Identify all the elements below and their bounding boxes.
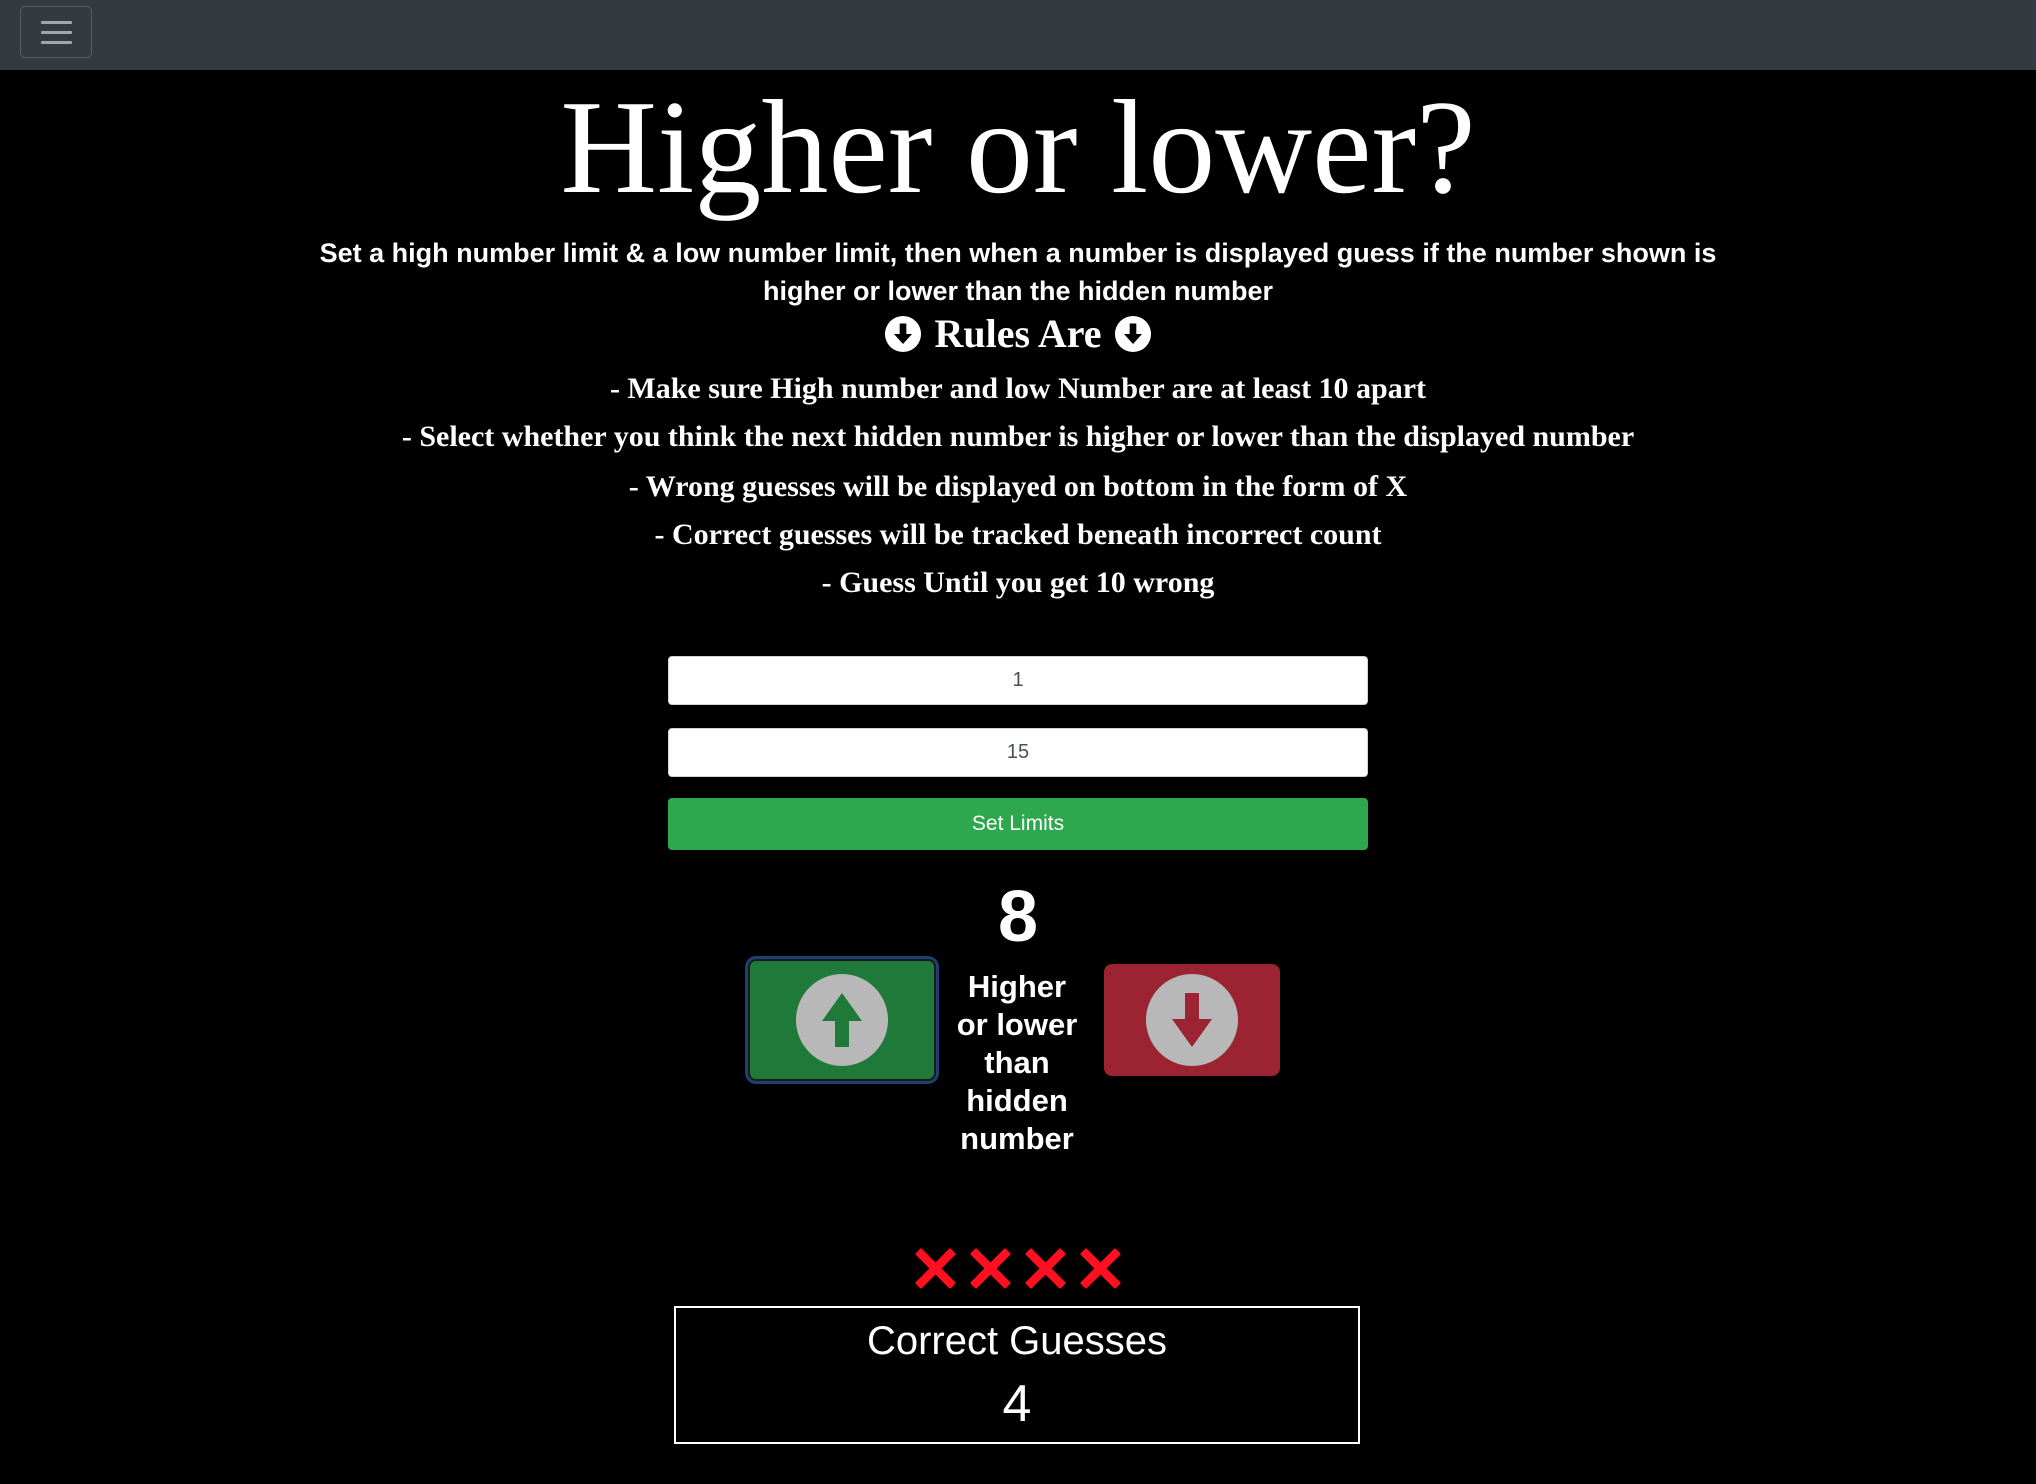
set-limits-button[interactable]: Set Limits — [668, 798, 1368, 850]
circle-arrow-down-icon — [1146, 974, 1238, 1066]
guess-prompt-line: or lower — [956, 1007, 1078, 1042]
rule-item: - Make sure High number and low Number a… — [609, 372, 1427, 405]
red-x-icon — [915, 1248, 956, 1289]
red-x-icon — [970, 1248, 1011, 1289]
correct-guesses-label: Correct Guesses — [866, 1319, 1168, 1363]
top-navbar — [0, 0, 2036, 70]
red-x-icon — [1025, 1248, 1066, 1289]
guess-prompt: Higher or lower than hidden number — [936, 968, 1098, 1158]
game-description-line: higher or lower than the hidden number — [762, 276, 1274, 306]
guess-prompt-line: hidden — [966, 1083, 1068, 1118]
rule-item: - Guess Until you get 10 wrong — [821, 566, 1215, 599]
red-x-icon — [1080, 1248, 1121, 1289]
circle-arrow-up-icon — [796, 974, 888, 1066]
lower-button[interactable] — [1104, 964, 1280, 1076]
correct-guesses-count: 4 — [1002, 1375, 1032, 1433]
rules-heading: Rules Are — [0, 308, 2036, 360]
rule-item: - Correct guesses will be tracked beneat… — [654, 518, 1382, 551]
higher-button[interactable] — [748, 959, 936, 1081]
correct-guesses-box: Correct Guesses 4 — [674, 1306, 1360, 1444]
page-title: Higher or lower? — [560, 73, 1476, 221]
rule-item: - Select whether you think the next hidd… — [401, 420, 1635, 453]
guess-prompt-line: Higher — [967, 969, 1067, 1004]
game-description-line: Set a high number limit & a low number l… — [319, 238, 1717, 268]
game-description: Set a high number limit & a low number l… — [290, 234, 1746, 310]
guess-prompt-line: than — [984, 1045, 1050, 1080]
hamburger-menu-icon[interactable] — [20, 6, 92, 58]
high-limit-input[interactable] — [668, 728, 1368, 777]
displayed-number: 8 — [997, 877, 1039, 957]
circle-arrow-down-icon — [1114, 315, 1151, 353]
low-limit-input[interactable] — [668, 656, 1368, 705]
rules-heading-text: Rules Are — [934, 311, 1102, 356]
guess-prompt-line: number — [960, 1121, 1074, 1156]
circle-arrow-down-icon — [885, 315, 922, 353]
wrong-guesses-row — [0, 1246, 2036, 1291]
rule-item: - Wrong guesses will be displayed on bot… — [628, 470, 1408, 503]
